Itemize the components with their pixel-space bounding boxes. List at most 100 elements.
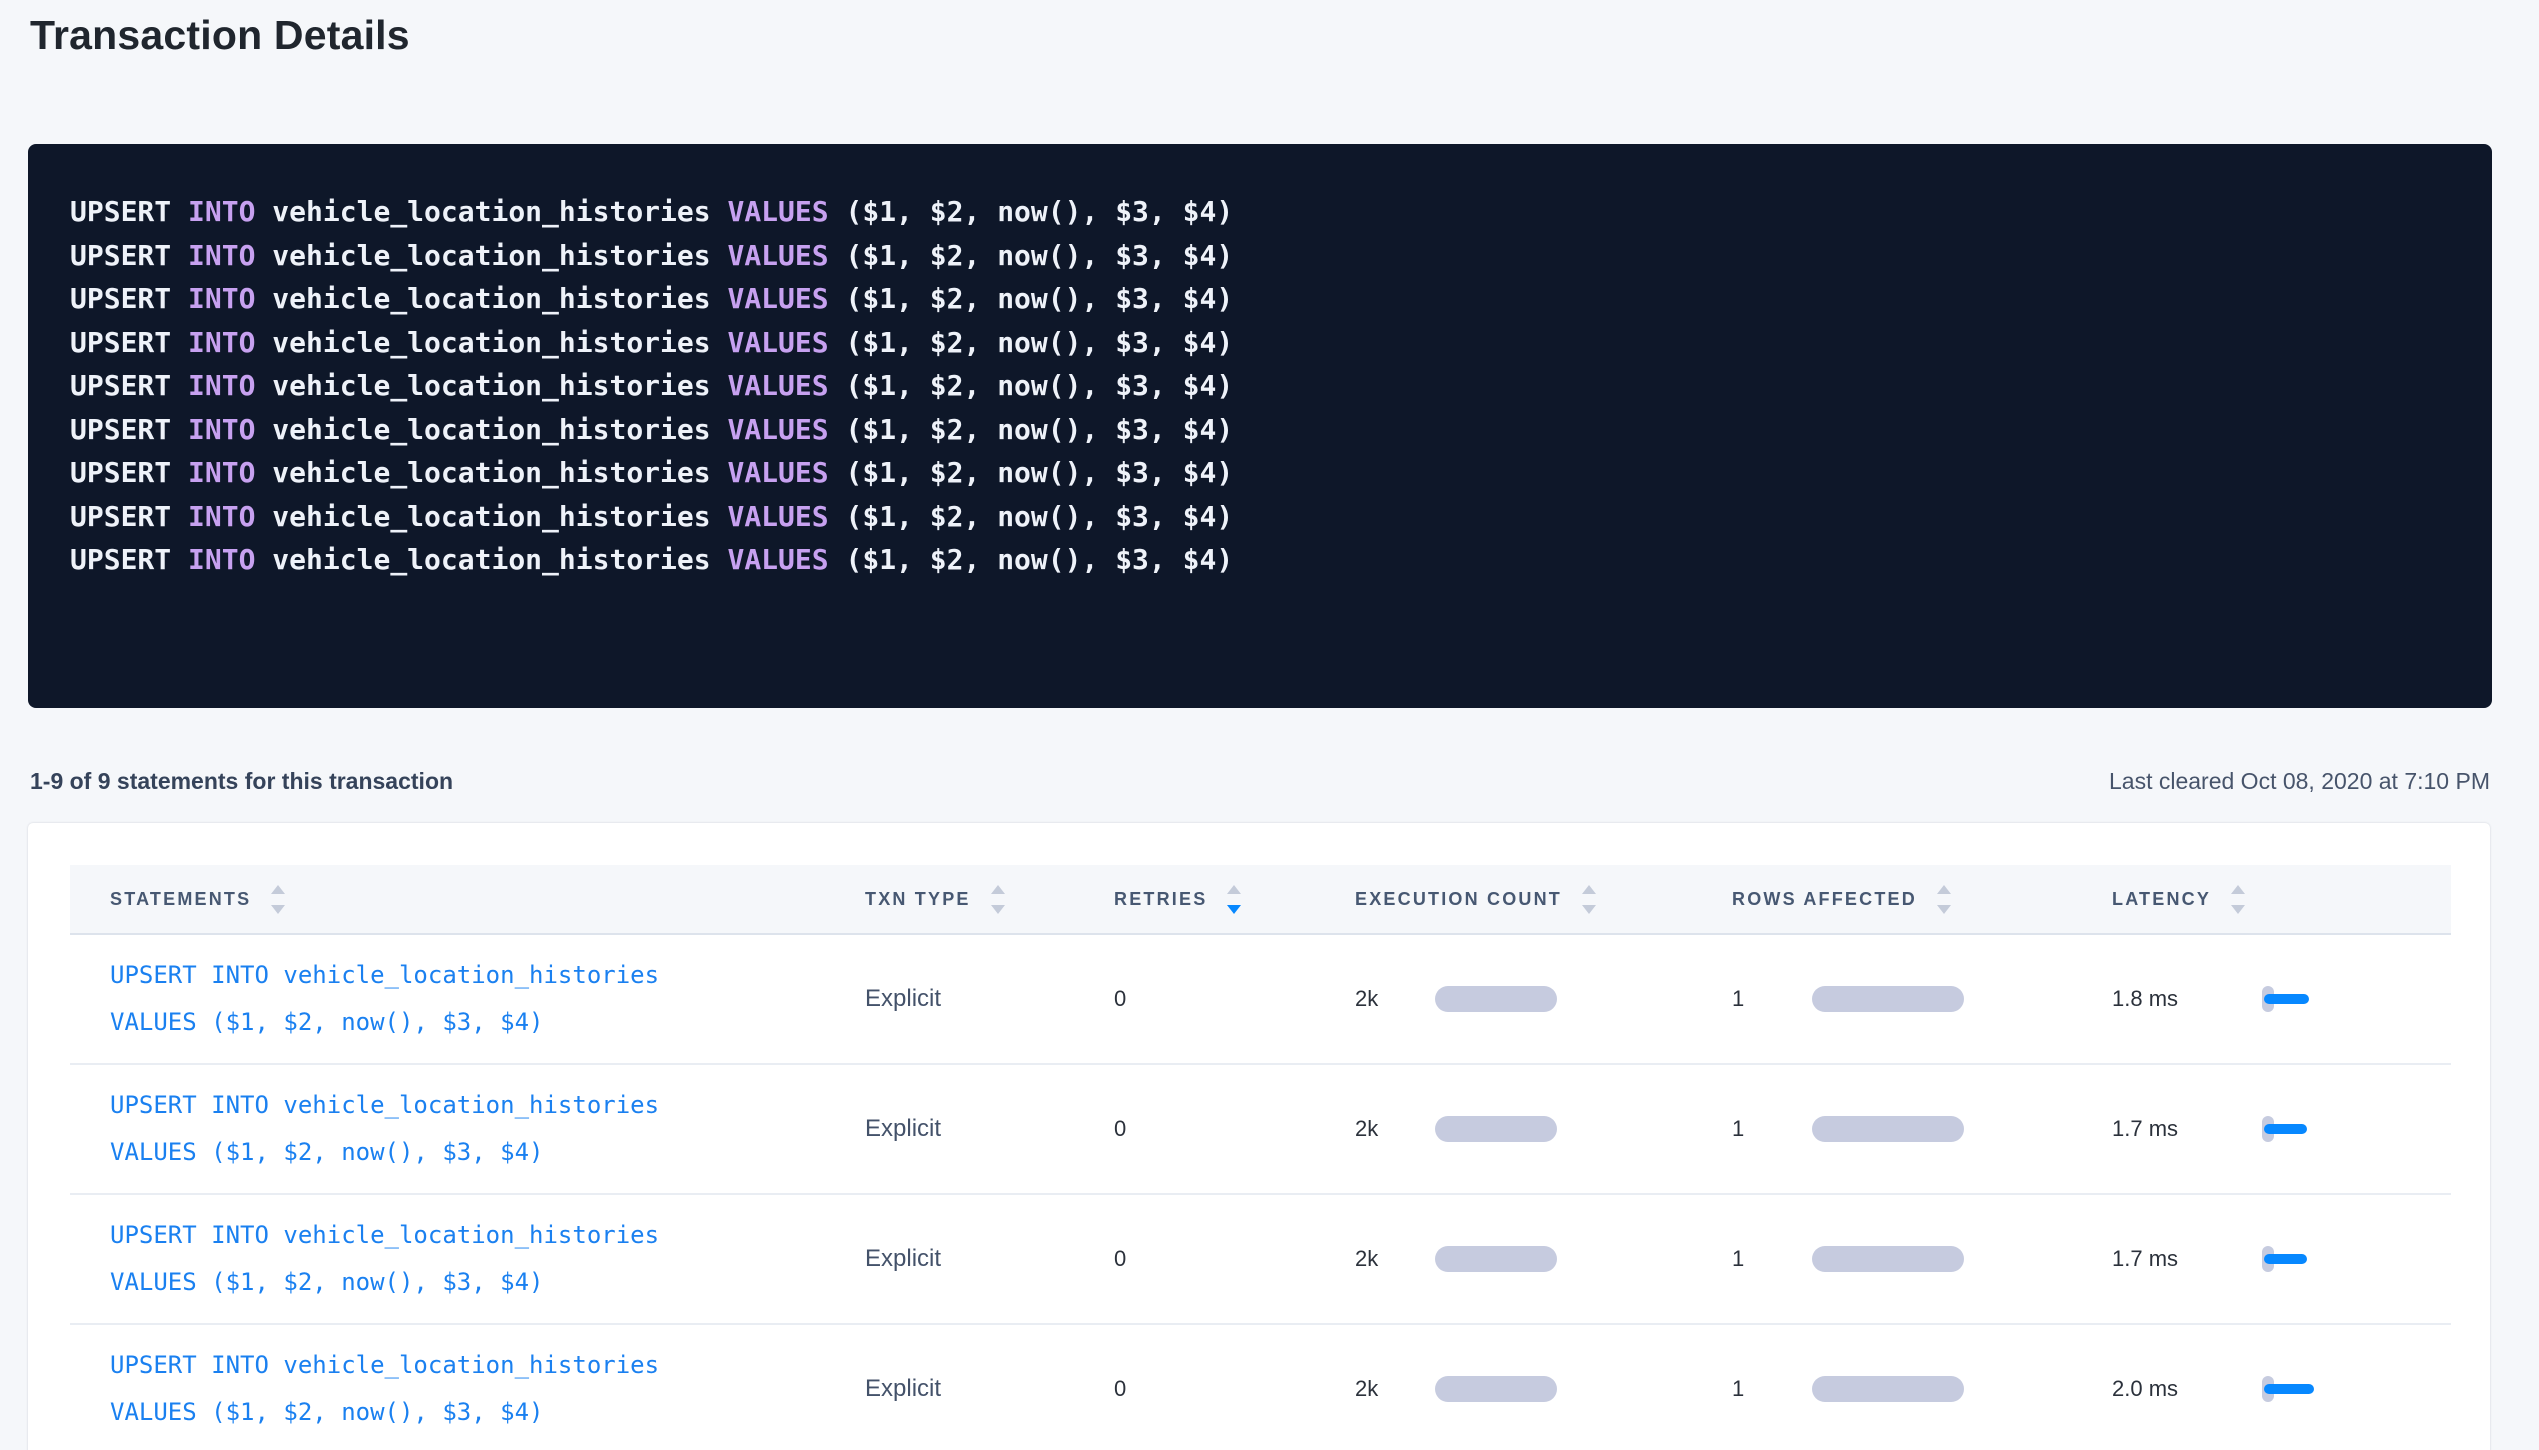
sql-keyword: VALUES xyxy=(727,282,828,315)
sql-text: UPSERT xyxy=(70,239,188,272)
statement-link-line1: UPSERT INTO vehicle_location_histories xyxy=(110,1091,659,1119)
latency-value: 2.0 ms xyxy=(2112,1376,2262,1402)
sql-keyword: INTO xyxy=(188,369,255,402)
sql-text: ($1, $2, now(), $3, $4) xyxy=(829,282,1234,315)
sql-statement-line: UPSERT INTO vehicle_location_histories V… xyxy=(70,408,2452,452)
statement-link[interactable]: UPSERT INTO vehicle_location_histories VA… xyxy=(110,1342,659,1436)
sort-descending-icon xyxy=(1227,905,1241,914)
statement-link[interactable]: UPSERT INTO vehicle_location_historiesVA… xyxy=(110,952,659,1046)
table-row: UPSERT INTO vehicle_location_histories VA… xyxy=(70,1325,2451,1450)
retries-value: 0 xyxy=(1114,1246,1126,1272)
sort-descending-icon xyxy=(1582,905,1596,914)
page-title: Transaction Details xyxy=(30,12,410,59)
latency-bar-chart xyxy=(2262,982,2342,1016)
column-header-statements[interactable]: STATEMENTS xyxy=(70,885,825,914)
column-header-retries[interactable]: RETRIES xyxy=(1074,885,1315,914)
latency-bar-chart xyxy=(2262,1112,2342,1146)
sort-arrows-icon[interactable] xyxy=(2231,885,2245,914)
execution-count-bar xyxy=(1435,1246,1557,1272)
sql-keyword: VALUES xyxy=(727,543,828,576)
retries-value: 0 xyxy=(1114,1116,1126,1142)
sql-keyword: VALUES xyxy=(727,239,828,272)
column-header-execution-count[interactable]: EXECUTION COUNT xyxy=(1315,885,1692,914)
rows-affected-cell: 1 xyxy=(1692,1376,2072,1402)
execution-count-cell: 2k xyxy=(1315,1376,1692,1402)
sql-keyword: INTO xyxy=(188,413,255,446)
sql-keyword: VALUES xyxy=(727,195,828,228)
sort-arrows-icon[interactable] xyxy=(1227,885,1241,914)
sort-ascending-icon xyxy=(991,885,1005,894)
statement-cell: UPSERT INTO vehicle_location_histories VA… xyxy=(70,1082,825,1176)
sql-keyword: VALUES xyxy=(727,413,828,446)
rows-affected-bar xyxy=(1812,1376,1964,1402)
sql-text: ($1, $2, now(), $3, $4) xyxy=(829,239,1234,272)
execution-count-value: 2k xyxy=(1355,1246,1435,1272)
sql-text: vehicle_location_histories xyxy=(255,500,727,533)
statement-link-line2: VALUES ($1, $2, now(), $3, $4) xyxy=(110,1138,543,1166)
retries-cell: 0 xyxy=(1074,986,1315,1012)
statement-link[interactable]: UPSERT INTO vehicle_location_historiesVA… xyxy=(110,1212,659,1306)
rows-affected-value: 1 xyxy=(1732,986,1812,1012)
sort-ascending-icon xyxy=(1582,885,1596,894)
column-header-rows-affected[interactable]: ROWS AFFECTED xyxy=(1692,885,2072,914)
sql-statement-line: UPSERT INTO vehicle_location_histories V… xyxy=(70,321,2452,365)
txn-type-value: Explicit xyxy=(865,1375,941,1403)
latency-bar-chart xyxy=(2262,1372,2342,1406)
latency-value: 1.7 ms xyxy=(2112,1116,2262,1142)
column-header-txn-type[interactable]: TXN TYPE xyxy=(825,885,1074,914)
sql-text: ($1, $2, now(), $3, $4) xyxy=(829,500,1234,533)
latency-cell: 1.8 ms xyxy=(2072,982,2451,1016)
latency-value: 1.7 ms xyxy=(2112,1246,2262,1272)
sql-text: vehicle_location_histories xyxy=(255,456,727,489)
sql-text: UPSERT xyxy=(70,195,188,228)
sql-keyword: VALUES xyxy=(727,326,828,359)
sql-text: UPSERT xyxy=(70,543,188,576)
statement-link-line2: VALUES ($1, $2, now(), $3, $4) xyxy=(110,1398,543,1426)
statements-table-card: STATEMENTS TXN TYPE RETRIES EXECUTION CO… xyxy=(28,823,2490,1450)
latency-mean-bar xyxy=(2264,1254,2307,1264)
retries-cell: 0 xyxy=(1074,1116,1315,1142)
sql-keyword: INTO xyxy=(188,500,255,533)
latency-value: 1.8 ms xyxy=(2112,986,2262,1012)
sql-text: vehicle_location_histories xyxy=(255,413,727,446)
sql-text: ($1, $2, now(), $3, $4) xyxy=(829,456,1234,489)
sql-text: vehicle_location_histories xyxy=(255,369,727,402)
statement-link-line1: UPSERT INTO vehicle_location_histories xyxy=(110,961,659,989)
execution-count-cell: 2k xyxy=(1315,1246,1692,1272)
sql-statement-line: UPSERT INTO vehicle_location_histories V… xyxy=(70,495,2452,539)
sql-text: UPSERT xyxy=(70,413,188,446)
column-header-latency[interactable]: LATENCY xyxy=(2072,885,2451,914)
table-caption-row: 1-9 of 9 statements for this transaction… xyxy=(30,768,2490,795)
statement-cell: UPSERT INTO vehicle_location_histories VA… xyxy=(70,1342,825,1436)
sql-text: UPSERT xyxy=(70,369,188,402)
sort-descending-icon xyxy=(2231,905,2245,914)
statement-link-line1: UPSERT INTO vehicle_location_histories xyxy=(110,1351,659,1379)
sort-arrows-icon[interactable] xyxy=(991,885,1005,914)
sql-text: ($1, $2, now(), $3, $4) xyxy=(829,195,1234,228)
sql-text: UPSERT xyxy=(70,282,188,315)
column-header-label: RETRIES xyxy=(1114,889,1207,910)
sort-ascending-icon xyxy=(1227,885,1241,894)
table-row: UPSERT INTO vehicle_location_historiesVA… xyxy=(70,1195,2451,1325)
txn-type-value: Explicit xyxy=(865,985,941,1013)
sql-keyword: INTO xyxy=(188,239,255,272)
rows-affected-bar xyxy=(1812,1116,1964,1142)
sql-statement-line: UPSERT INTO vehicle_location_histories V… xyxy=(70,364,2452,408)
sort-descending-icon xyxy=(1937,905,1951,914)
sort-ascending-icon xyxy=(271,885,285,894)
execution-count-bar xyxy=(1435,986,1557,1012)
latency-cell: 1.7 ms xyxy=(2072,1112,2451,1146)
latency-cell: 1.7 ms xyxy=(2072,1242,2451,1276)
sort-arrows-icon[interactable] xyxy=(1937,885,1951,914)
sort-descending-icon xyxy=(271,905,285,914)
latency-mean-bar xyxy=(2264,994,2309,1004)
table-row: UPSERT INTO vehicle_location_histories VA… xyxy=(70,1065,2451,1195)
sql-statement-line: UPSERT INTO vehicle_location_histories V… xyxy=(70,451,2452,495)
sql-keyword: VALUES xyxy=(727,500,828,533)
execution-count-value: 2k xyxy=(1355,1116,1435,1142)
txn-type-cell: Explicit xyxy=(825,1115,1074,1143)
sort-arrows-icon[interactable] xyxy=(1582,885,1596,914)
sort-arrows-icon[interactable] xyxy=(271,885,285,914)
column-header-label: TXN TYPE xyxy=(865,889,971,910)
statement-link[interactable]: UPSERT INTO vehicle_location_histories VA… xyxy=(110,1082,659,1176)
